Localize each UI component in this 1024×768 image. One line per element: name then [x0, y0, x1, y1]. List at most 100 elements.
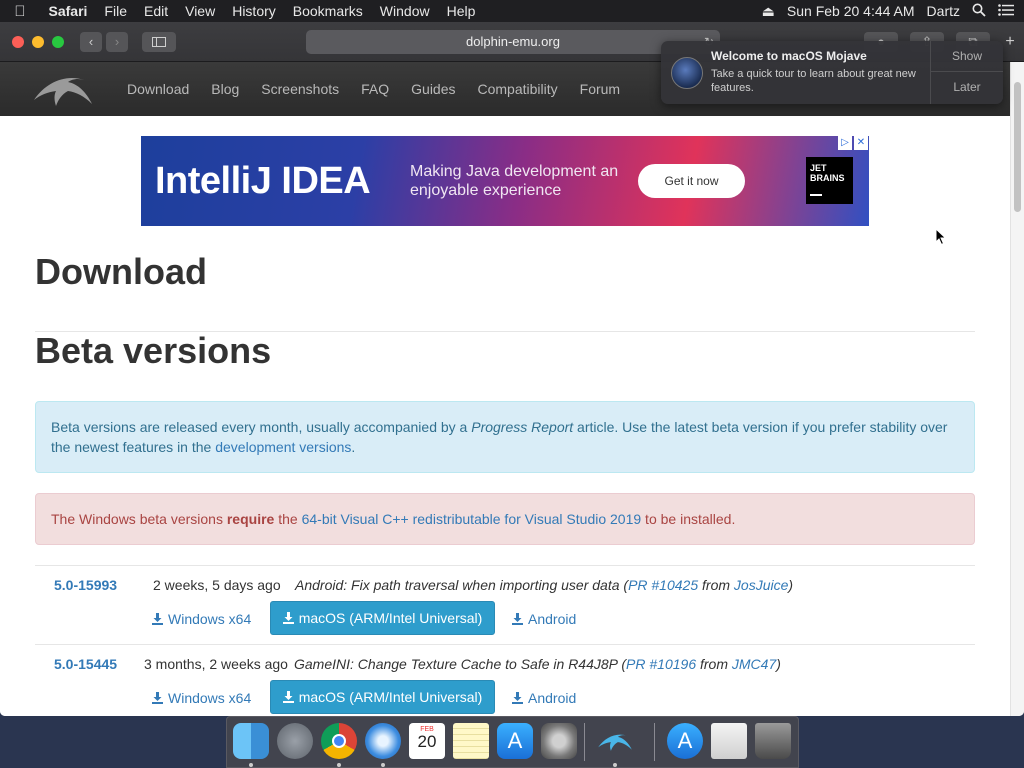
macos-label: macOS (ARM/Intel Universal) — [298, 610, 483, 626]
ad-cta-button[interactable]: Get it now — [638, 164, 745, 198]
nav-forum[interactable]: Forum — [569, 81, 631, 97]
app-store-icon[interactable]: A — [497, 723, 533, 759]
document-icon[interactable] — [711, 723, 747, 759]
chrome-icon-center — [332, 734, 346, 748]
development-versions-link[interactable]: development versions — [215, 439, 351, 455]
pr-link[interactable]: PR #10196 — [626, 656, 696, 672]
page-scrollbar[interactable] — [1010, 62, 1024, 716]
macos-download-button[interactable]: macOS (ARM/Intel Universal) — [270, 680, 495, 714]
build-version-link[interactable]: 5.0-15993 — [54, 577, 117, 593]
warning-text: the — [274, 511, 302, 527]
windows-download-link[interactable]: Windows x64 — [152, 690, 251, 706]
nav-compatibility[interactable]: Compatibility — [467, 81, 569, 97]
system-preferences-icon[interactable] — [541, 723, 577, 759]
launchpad-icon[interactable] — [277, 723, 313, 759]
dolphin-logo-icon[interactable] — [32, 70, 94, 108]
macos-download-button[interactable]: macOS (ARM/Intel Universal) — [270, 601, 495, 635]
nav-blog[interactable]: Blog — [200, 81, 250, 97]
jetbrains-logo: JET BRAINS — [806, 157, 853, 204]
menu-help[interactable]: Help — [438, 3, 484, 19]
finder-icon[interactable] — [233, 723, 269, 759]
nav-download[interactable]: Download — [116, 81, 200, 97]
download-icon — [512, 692, 523, 704]
build-age: 3 months, 2 weeks ago — [144, 656, 288, 672]
info-alert: Beta versions are released every month, … — [35, 401, 975, 473]
running-indicator — [381, 763, 385, 767]
progress-report-label: Progress Report — [471, 419, 574, 435]
author-link[interactable]: JMC47 — [732, 656, 776, 672]
build-row: 5.0-15993 2 weeks, 5 days ago Android: F… — [35, 575, 975, 645]
spotlight-search-icon[interactable] — [972, 3, 986, 20]
nav-guides[interactable]: Guides — [400, 81, 466, 97]
menu-edit[interactable]: Edit — [135, 3, 176, 19]
pr-link[interactable]: PR #10425 — [628, 577, 698, 593]
mojave-icon — [671, 57, 703, 89]
minimize-window-button[interactable] — [32, 36, 44, 48]
download-icon — [512, 613, 523, 625]
dolphin-app-icon[interactable] — [597, 723, 633, 759]
warning-text: The Windows beta versions — [51, 511, 227, 527]
nav-screenshots[interactable]: Screenshots — [250, 81, 350, 97]
dock-separator — [584, 723, 585, 761]
menubar-user[interactable]: Dartz — [927, 3, 960, 19]
divider — [35, 644, 975, 645]
android-label: Android — [528, 611, 577, 627]
calendar-day: 20 — [417, 732, 437, 751]
advertisement-banner[interactable]: IntelliJ IDEA Making Java development an… — [141, 136, 869, 226]
calendar-icon[interactable]: FEB 20 — [409, 723, 445, 759]
android-download-link[interactable]: Android — [512, 690, 576, 706]
mouse-cursor-icon — [935, 228, 947, 246]
chrome-icon[interactable] — [321, 723, 357, 759]
build-version-link[interactable]: 5.0-15445 — [54, 656, 117, 672]
menu-history[interactable]: History — [224, 3, 285, 19]
author-link[interactable]: JosJuice — [734, 577, 788, 593]
menu-app-name[interactable]: Safari — [40, 3, 96, 19]
back-button[interactable]: ‹ — [80, 32, 102, 52]
warning-text: to be installed. — [641, 511, 736, 527]
notification-banner[interactable]: Welcome to macOS Mojave Take a quick tou… — [661, 41, 1003, 104]
menu-bar:  Safari File Edit View History Bookmark… — [0, 0, 1024, 22]
adchoices-icon[interactable]: ▷ — [838, 136, 852, 150]
zoom-window-button[interactable] — [52, 36, 64, 48]
android-download-link[interactable]: Android — [512, 611, 576, 627]
notification-title: Welcome to macOS Mojave — [711, 49, 867, 63]
app-store-downloads-icon[interactable]: A — [667, 723, 703, 759]
build-age: 2 weeks, 5 days ago — [153, 577, 281, 593]
menu-file[interactable]: File — [96, 3, 136, 19]
commit-message: GameINI: Change Texture Cache to Safe in… — [294, 656, 618, 672]
safari-icon[interactable] — [365, 723, 401, 759]
menubar-clock[interactable]: Sun Feb 20 4:44 AM — [787, 3, 915, 19]
eject-icon[interactable]: ⏏ — [762, 3, 775, 20]
notification-later-button[interactable]: Later — [931, 72, 1003, 103]
nav-faq[interactable]: FAQ — [350, 81, 400, 97]
notification-center-icon[interactable] — [998, 3, 1014, 19]
page-title: Download — [35, 251, 207, 292]
windows-download-link[interactable]: Windows x64 — [152, 611, 251, 627]
running-indicator — [613, 763, 617, 767]
dock: FEB 20 A A — [226, 716, 799, 768]
apple-menu-icon[interactable]:  — [0, 3, 40, 20]
notes-icon[interactable] — [453, 723, 489, 759]
download-icon — [282, 612, 294, 624]
trash-icon[interactable] — [755, 723, 791, 759]
sidebar-toggle-button[interactable] — [142, 32, 176, 52]
scrollbar-thumb[interactable] — [1014, 82, 1021, 212]
info-text: . — [351, 439, 356, 455]
running-indicator — [337, 763, 341, 767]
address-bar[interactable]: dolphin-emu.org — [306, 30, 720, 54]
vc-redist-link[interactable]: 64-bit Visual C++ redistributable for Vi… — [302, 511, 642, 527]
close-window-button[interactable] — [12, 36, 24, 48]
info-text: Beta versions are released every month, … — [51, 419, 472, 435]
warning-alert: The Windows beta versions require the 64… — [35, 493, 975, 545]
menu-view[interactable]: View — [177, 3, 224, 19]
ad-close-icon[interactable]: ✕ — [854, 136, 868, 150]
ad-title: IntelliJ IDEA — [155, 160, 371, 202]
forward-button[interactable]: › — [106, 32, 128, 52]
menu-window[interactable]: Window — [371, 3, 438, 19]
notification-show-button[interactable]: Show — [931, 41, 1003, 72]
build-message: Android: Fix path traversal when importi… — [295, 577, 794, 593]
menu-bookmarks[interactable]: Bookmarks — [284, 3, 371, 19]
divider — [35, 565, 975, 566]
ad-tagline: Making Java development an enjoyable exp… — [410, 163, 619, 199]
download-icon — [152, 613, 163, 625]
